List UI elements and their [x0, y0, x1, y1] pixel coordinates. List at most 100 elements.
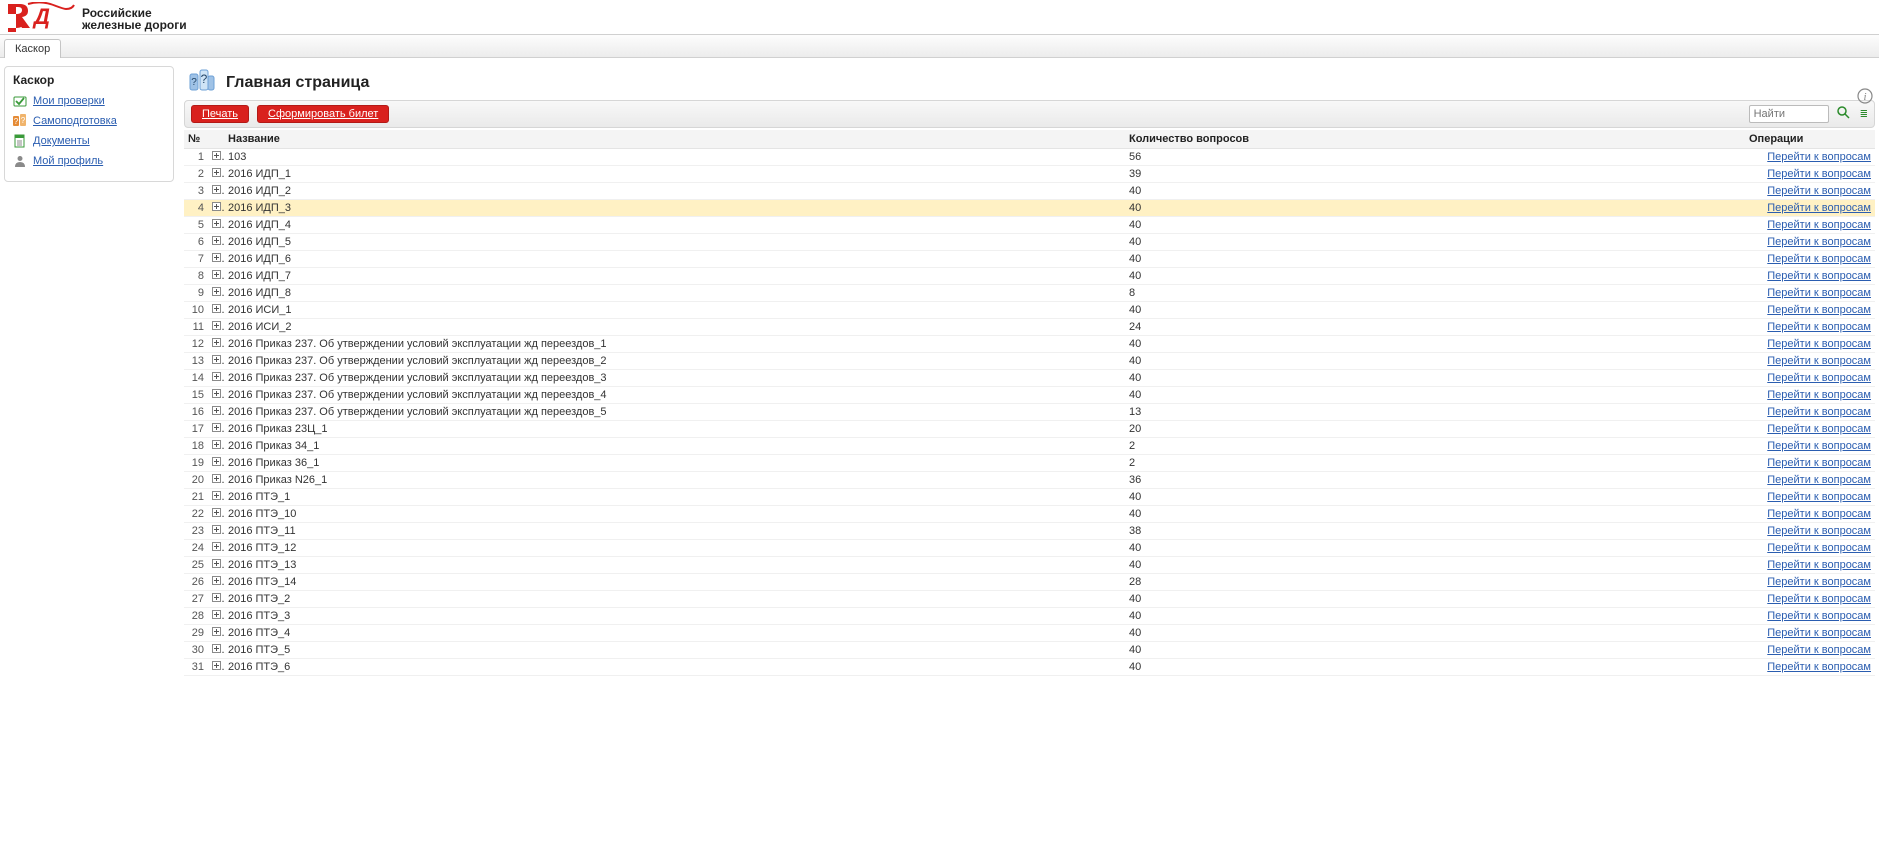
search-dropdown-icon[interactable]: ≣ [1860, 109, 1868, 120]
go-to-questions-link[interactable]: Перейти к вопросам [1767, 372, 1871, 384]
go-to-questions-link[interactable]: Перейти к вопросам [1767, 202, 1871, 214]
table-row: 192016 Приказ 36_12Перейти к вопросам [184, 455, 1875, 472]
expand-icon[interactable] [212, 627, 221, 636]
expand-icon[interactable] [212, 168, 221, 177]
expand-icon[interactable] [212, 321, 221, 330]
expand-icon[interactable] [212, 355, 221, 364]
go-to-questions-link[interactable]: Перейти к вопросам [1767, 236, 1871, 248]
go-to-questions-link[interactable]: Перейти к вопросам [1767, 168, 1871, 180]
row-ops: Перейти к вопросам [1745, 625, 1875, 642]
expand-cell [208, 574, 224, 591]
expand-icon[interactable] [212, 576, 221, 585]
expand-icon[interactable] [212, 372, 221, 381]
row-number: 31 [184, 659, 208, 676]
go-to-questions-link[interactable]: Перейти к вопросам [1767, 185, 1871, 197]
help-icon[interactable]: i [1857, 88, 1873, 104]
go-to-questions-link[interactable]: Перейти к вопросам [1767, 270, 1871, 282]
go-to-questions-link[interactable]: Перейти к вопросам [1767, 440, 1871, 452]
svg-text:Д: Д [32, 4, 50, 29]
go-to-questions-link[interactable]: Перейти к вопросам [1767, 525, 1871, 537]
sidebar-item-documents[interactable]: Документы [13, 131, 165, 151]
table-row: 292016 ПТЭ_440Перейти к вопросам [184, 625, 1875, 642]
expand-icon[interactable] [212, 542, 221, 551]
sidebar-item-self-train[interactable]: ??Самоподготовка [13, 111, 165, 131]
expand-icon[interactable] [212, 236, 221, 245]
row-ops: Перейти к вопросам [1745, 404, 1875, 421]
expand-cell [208, 523, 224, 540]
go-to-questions-link[interactable]: Перейти к вопросам [1767, 287, 1871, 299]
expand-cell [208, 591, 224, 608]
go-to-questions-link[interactable]: Перейти к вопросам [1767, 355, 1871, 367]
go-to-questions-link[interactable]: Перейти к вопросам [1767, 151, 1871, 163]
expand-icon[interactable] [212, 406, 221, 415]
expand-icon[interactable] [212, 508, 221, 517]
go-to-questions-link[interactable]: Перейти к вопросам [1767, 576, 1871, 588]
expand-icon[interactable] [212, 491, 221, 500]
expand-icon[interactable] [212, 338, 221, 347]
tab-kaskor[interactable]: Каскор [4, 39, 61, 58]
table-row: 232016 ПТЭ_1138Перейти к вопросам [184, 523, 1875, 540]
search-input[interactable] [1749, 105, 1829, 123]
expand-icon[interactable] [212, 457, 221, 466]
expand-icon[interactable] [212, 304, 221, 313]
expand-icon[interactable] [212, 423, 221, 432]
go-to-questions-link[interactable]: Перейти к вопросам [1767, 627, 1871, 639]
row-number: 11 [184, 319, 208, 336]
go-to-questions-link[interactable]: Перейти к вопросам [1767, 542, 1871, 554]
go-to-questions-link[interactable]: Перейти к вопросам [1767, 491, 1871, 503]
sidebar-item-label[interactable]: Мои проверки [33, 95, 105, 107]
go-to-questions-link[interactable]: Перейти к вопросам [1767, 644, 1871, 656]
expand-icon[interactable] [212, 219, 221, 228]
go-to-questions-link[interactable]: Перейти к вопросам [1767, 593, 1871, 605]
go-to-questions-link[interactable]: Перейти к вопросам [1767, 474, 1871, 486]
expand-icon[interactable] [212, 185, 221, 194]
go-to-questions-link[interactable]: Перейти к вопросам [1767, 219, 1871, 231]
go-to-questions-link[interactable]: Перейти к вопросам [1767, 423, 1871, 435]
expand-icon[interactable] [212, 270, 221, 279]
go-to-questions-link[interactable]: Перейти к вопросам [1767, 610, 1871, 622]
row-ops: Перейти к вопросам [1745, 642, 1875, 659]
expand-icon[interactable] [212, 151, 221, 160]
go-to-questions-link[interactable]: Перейти к вопросам [1767, 661, 1871, 673]
expand-icon[interactable] [212, 389, 221, 398]
expand-icon[interactable] [212, 644, 221, 653]
go-to-questions-link[interactable]: Перейти к вопросам [1767, 389, 1871, 401]
svg-text:?: ? [14, 117, 19, 126]
expand-icon[interactable] [212, 525, 221, 534]
table-header-row: № Название Количество вопросов Операции [184, 130, 1875, 149]
row-count: 56 [1125, 149, 1745, 166]
row-number: 27 [184, 591, 208, 608]
sidebar-item-profile[interactable]: Мой профиль [13, 151, 165, 171]
print-button[interactable]: Печать [191, 105, 249, 123]
sidebar-item-label[interactable]: Самоподготовка [33, 115, 117, 127]
table-row: 32016 ИДП_240Перейти к вопросам [184, 183, 1875, 200]
table-row: 92016 ИДП_88Перейти к вопросам [184, 285, 1875, 302]
row-ops: Перейти к вопросам [1745, 353, 1875, 370]
expand-icon[interactable] [212, 474, 221, 483]
sidebar-item-my-checks[interactable]: Мои проверки [13, 91, 165, 111]
sidebar-item-label[interactable]: Документы [33, 135, 90, 147]
expand-cell [208, 625, 224, 642]
expand-icon[interactable] [212, 610, 221, 619]
go-to-questions-link[interactable]: Перейти к вопросам [1767, 253, 1871, 265]
sidebar-item-label[interactable]: Мой профиль [33, 155, 103, 167]
go-to-questions-link[interactable]: Перейти к вопросам [1767, 338, 1871, 350]
expand-icon[interactable] [212, 253, 221, 262]
expand-icon[interactable] [212, 593, 221, 602]
go-to-questions-link[interactable]: Перейти к вопросам [1767, 508, 1871, 520]
go-to-questions-link[interactable]: Перейти к вопросам [1767, 406, 1871, 418]
form-ticket-button[interactable]: Сформировать билет [257, 105, 389, 123]
go-to-questions-link[interactable]: Перейти к вопросам [1767, 457, 1871, 469]
go-to-questions-link[interactable]: Перейти к вопросам [1767, 559, 1871, 571]
expand-icon[interactable] [212, 440, 221, 449]
expand-icon[interactable] [212, 661, 221, 670]
expand-icon[interactable] [212, 559, 221, 568]
search-icon[interactable] [1837, 106, 1850, 122]
row-ops: Перейти к вопросам [1745, 574, 1875, 591]
expand-cell [208, 251, 224, 268]
expand-icon[interactable] [212, 287, 221, 296]
go-to-questions-link[interactable]: Перейти к вопросам [1767, 321, 1871, 333]
row-count: 40 [1125, 268, 1745, 285]
expand-icon[interactable] [212, 202, 221, 211]
go-to-questions-link[interactable]: Перейти к вопросам [1767, 304, 1871, 316]
